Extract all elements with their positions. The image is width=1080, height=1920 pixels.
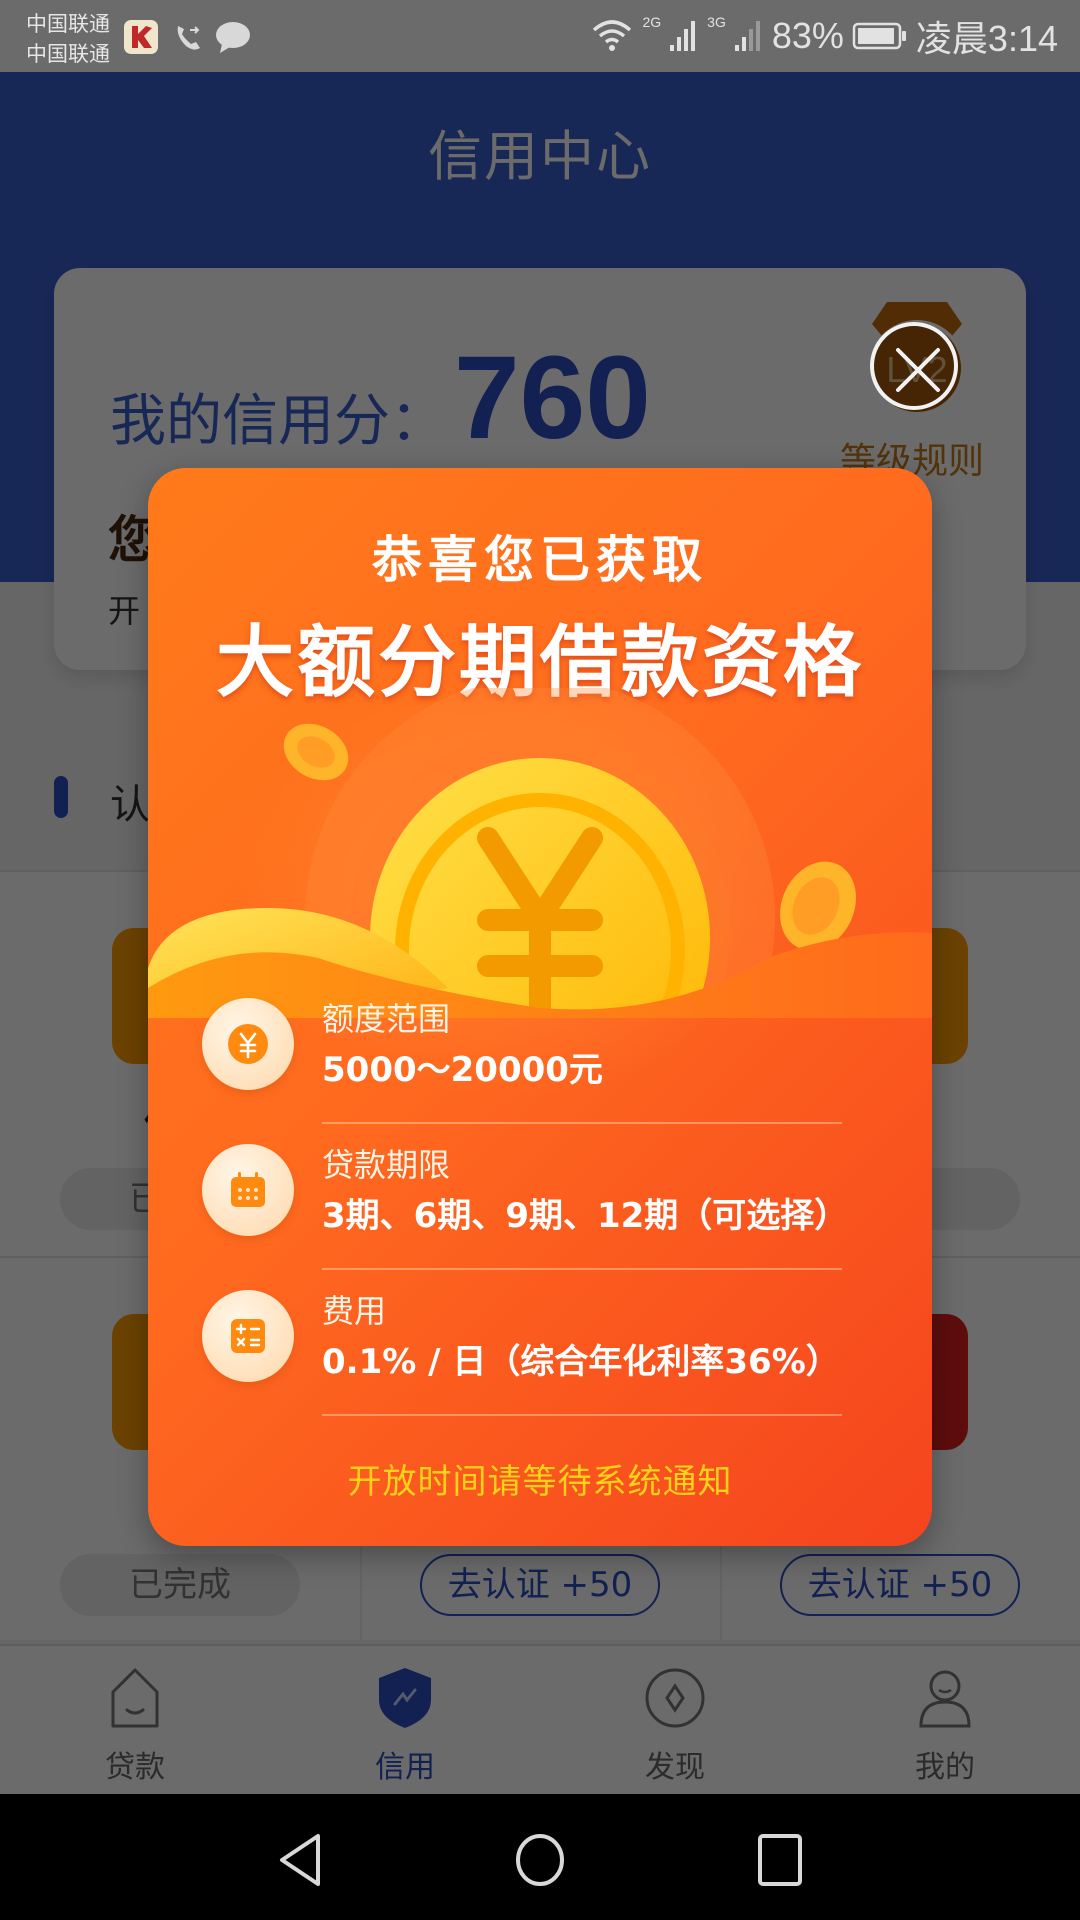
calculator-icon: [231, 1319, 265, 1353]
info-value: 5000～20000元: [322, 1050, 603, 1090]
yuan-icon: [228, 1024, 268, 1064]
loan-eligibility-popup: 恭喜您已获取 大额分期借款资格 额度范围 5000～20000元 贷款期限 3期…: [148, 468, 932, 1546]
battery-icon: [852, 22, 906, 50]
signal-icon: [670, 21, 696, 51]
info-row-amount: 额度范围 5000～20000元: [202, 998, 878, 1144]
system-nav-bar: [0, 1794, 1080, 1920]
info-row-term: 贷款期限 3期、6期、9期、12期（可选择）: [202, 1144, 878, 1290]
popup-headline: 恭喜您已获取: [372, 531, 708, 589]
divider: [322, 1122, 842, 1124]
info-value: 0.1% / 日（综合年化利率36%）: [322, 1342, 840, 1382]
divider: [322, 1414, 842, 1416]
signal-icon: [734, 21, 760, 51]
app-notification-icon: [124, 20, 158, 54]
status-indicators: 2G 3G 83% 凌晨3:14: [590, 14, 1058, 59]
carrier-name: 中国联通: [26, 42, 110, 66]
info-value: 3期、6期、9期、12期（可选择）: [322, 1196, 849, 1236]
info-icon-bg: [202, 1290, 294, 1382]
missed-call-icon: [177, 26, 200, 50]
close-icon: [896, 348, 940, 392]
info-row-fee: 费用 0.1% / 日（综合年化利率36%）: [202, 1290, 878, 1436]
info-label: 额度范围: [322, 1000, 451, 1038]
info-label: 贷款期限: [322, 1146, 451, 1184]
info-icon-bg: [202, 998, 294, 1090]
network-type: 3G: [707, 14, 726, 30]
info-icon-bg: [202, 1144, 294, 1236]
recents-icon[interactable]: [750, 1832, 810, 1888]
wifi-icon: [593, 20, 632, 51]
battery-percent: 83%: [771, 15, 844, 56]
popup-notice: 开放时间请等待系统通知: [347, 1462, 733, 1502]
info-label: 费用: [322, 1292, 387, 1330]
close-popup-button[interactable]: [870, 322, 958, 410]
back-icon[interactable]: [270, 1832, 330, 1888]
clock: 凌晨3:14: [915, 18, 1058, 59]
message-icon: [216, 22, 250, 53]
gold-coin-illustration: [148, 688, 932, 1018]
home-circle-icon[interactable]: [510, 1832, 570, 1888]
divider: [322, 1268, 842, 1270]
carrier-name: 中国联通: [26, 12, 110, 36]
status-bar: 中国联通 中国联通 2G 3G 83% 凌晨3:14: [0, 0, 1080, 72]
calendar-icon: [231, 1172, 265, 1207]
network-type: 2G: [642, 14, 662, 30]
